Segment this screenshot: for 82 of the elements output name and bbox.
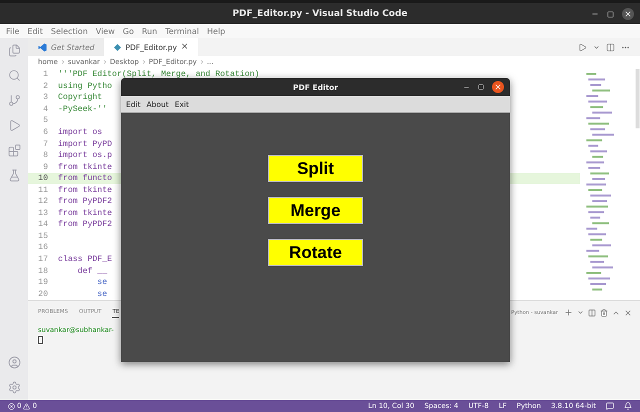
line-number: 20: [37, 290, 49, 299]
menu-item[interactable]: Selection: [50, 26, 88, 36]
code-line: from PyPDF2: [58, 197, 112, 206]
terminal-cursor: [38, 336, 43, 344]
error-icon: [8, 402, 15, 410]
action-button[interactable]: Split: [268, 155, 363, 182]
line-number: 2: [42, 82, 49, 91]
close-icon[interactable]: [624, 308, 632, 316]
code-line: se: [96, 290, 108, 299]
line-number: 9: [42, 162, 49, 172]
trash-icon[interactable]: [600, 308, 608, 316]
code-line: def __: [76, 266, 108, 276]
line-number: 5: [42, 116, 49, 126]
files-icon[interactable]: [8, 44, 20, 57]
close-button[interactable]: [492, 81, 504, 93]
search-icon[interactable]: [8, 69, 20, 82]
code-line: using Pytho: [58, 82, 112, 91]
line-number: 10: [37, 174, 49, 184]
flask-icon[interactable]: [8, 169, 20, 182]
code-line: from tkinte: [58, 162, 112, 172]
line-number: 8: [42, 151, 49, 160]
close-icon: [494, 83, 502, 91]
menu-item[interactable]: Go: [122, 26, 134, 36]
chevron-right-icon: [60, 59, 66, 65]
line-number: 3: [42, 93, 49, 102]
close-button[interactable]: [622, 8, 634, 20]
code-line: import os: [58, 128, 102, 137]
account-icon[interactable]: [8, 356, 20, 369]
code-line: from PyPDF2: [58, 220, 112, 230]
chevron-right-icon: [102, 59, 108, 65]
feedback-icon[interactable]: [606, 402, 614, 410]
menu-item[interactable]: File: [6, 26, 20, 36]
line-number: 4: [42, 104, 49, 114]
maximize-icon[interactable]: [607, 10, 614, 18]
line-number: 11: [37, 186, 49, 195]
code-line: from tkinte: [58, 186, 112, 195]
line-number: 6: [42, 128, 49, 137]
line-number: 19: [37, 278, 49, 288]
chevron-right-icon: [140, 59, 147, 65]
code-line: class PDF_E: [58, 255, 112, 264]
line-number: 12: [37, 197, 49, 206]
warning-icon: [23, 402, 30, 410]
branch-icon[interactable]: [8, 94, 20, 107]
bell-icon[interactable]: [624, 402, 632, 410]
split-editor-icon[interactable]: [606, 42, 615, 52]
menu-item[interactable]: Help: [207, 26, 226, 36]
blocks-icon[interactable]: [8, 144, 20, 157]
chevron-down-icon[interactable]: [577, 309, 584, 316]
menu-item[interactable]: Terminal: [165, 26, 199, 36]
code-line: '''PDF Editor(Split, Merge, and Rotation): [58, 70, 260, 80]
action-button[interactable]: Rotate: [268, 239, 363, 266]
line-number: 18: [37, 266, 49, 276]
line-number: 7: [42, 140, 49, 149]
close-icon: [624, 10, 632, 18]
logo-icon: [38, 42, 47, 52]
menu-item[interactable]: Edit: [27, 26, 43, 36]
menu-item[interactable]: Run: [142, 26, 158, 36]
window-title: PDF_Editor.py - Visual Studio Code: [232, 8, 408, 18]
code-line: import PyPD: [58, 140, 112, 149]
split-terminal-icon[interactable]: [588, 308, 596, 316]
line-number: 17: [37, 255, 49, 264]
code-line: Copyright: [58, 93, 102, 102]
code-line: from tkinte: [58, 208, 112, 218]
code-line: from functo: [58, 174, 112, 184]
code-line: -PySeek-'': [58, 104, 108, 114]
plus-icon[interactable]: [564, 308, 573, 317]
play-icon[interactable]: [8, 119, 20, 132]
settings-icon[interactable]: [8, 381, 20, 394]
line-number: 16: [37, 243, 49, 252]
maximize-icon[interactable]: [478, 84, 484, 90]
menu-item[interactable]: View: [96, 26, 115, 36]
chevron-right-icon: [198, 59, 205, 65]
code-line: import os.p: [58, 151, 112, 160]
python-file-icon: [114, 44, 122, 50]
line-number: 15: [37, 232, 49, 241]
line-number: 14: [37, 220, 49, 230]
line-number: 13: [37, 208, 49, 218]
run-icon[interactable]: [578, 42, 587, 52]
chevron-down-icon[interactable]: [593, 44, 600, 50]
action-button[interactable]: Merge: [268, 197, 363, 224]
line-number: 1: [42, 70, 49, 80]
code-line: se: [96, 278, 108, 288]
